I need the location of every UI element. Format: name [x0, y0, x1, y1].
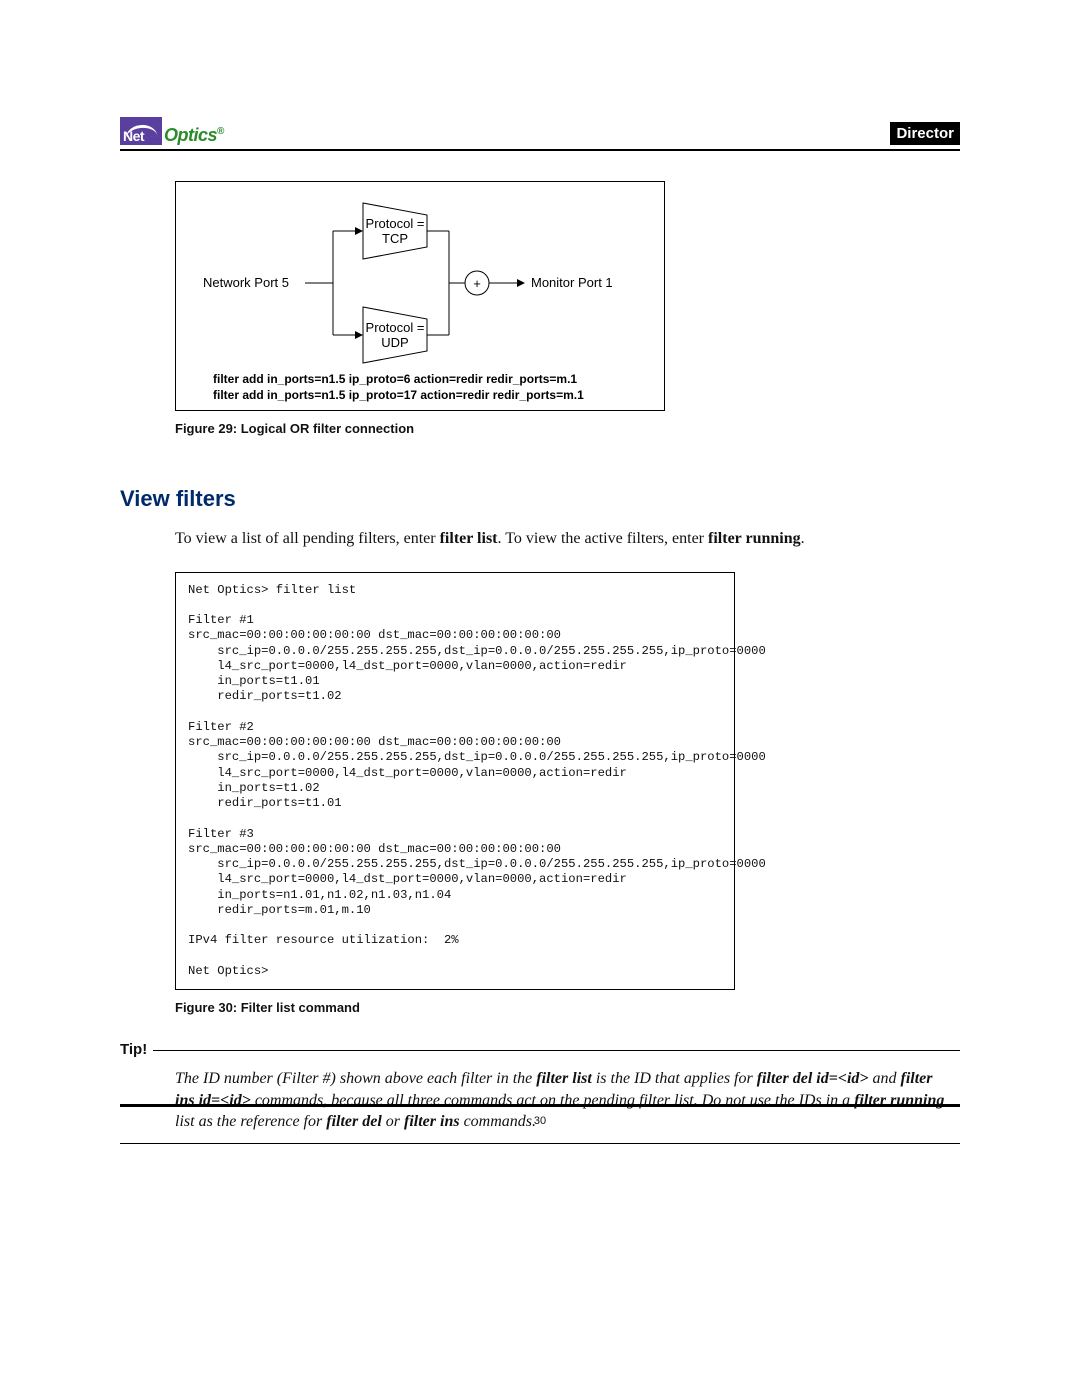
- protocol-tcp-line1: Protocol =: [366, 216, 425, 231]
- diagram-svg: Network Port 5 Protocol = TCP Protocol =: [175, 181, 665, 411]
- page: Net Optics® Director Network Port 5: [0, 0, 1080, 1397]
- tip-header: Tip!: [120, 1041, 960, 1058]
- logo-optics-text: Optics®: [164, 126, 224, 145]
- section-heading-view-filters: View filters: [120, 486, 960, 512]
- tip-label: Tip!: [120, 1041, 153, 1058]
- tip-rule-top: [153, 1050, 960, 1051]
- terminal-output: Net Optics> filter list Filter #1 src_ma…: [188, 583, 722, 980]
- view-filters-intro: To view a list of all pending filters, e…: [175, 528, 960, 550]
- protocol-tcp-line2: TCP: [382, 231, 408, 246]
- plus-combine-icon: +: [473, 276, 481, 291]
- logo-net-text: Net: [123, 128, 144, 144]
- protocol-udp-line2: UDP: [381, 335, 408, 350]
- figure-29-caption: Figure 29: Logical OR filter connection: [175, 421, 665, 436]
- footer-divider: [120, 1104, 960, 1107]
- logo-swoosh-icon: Net: [120, 117, 162, 145]
- header-divider: [120, 149, 960, 151]
- figure-29: Network Port 5 Protocol = TCP Protocol =: [175, 181, 665, 436]
- filter-cmd-2: filter add in_ports=n1.5 ip_proto=17 act…: [213, 388, 584, 402]
- filter-cmd-1: filter add in_ports=n1.5 ip_proto=6 acti…: [213, 372, 577, 386]
- director-badge: Director: [890, 122, 960, 145]
- filter-list-terminal: Net Optics> filter list Filter #1 src_ma…: [175, 572, 735, 991]
- netoptics-logo: Net Optics®: [120, 117, 224, 145]
- page-header: Net Optics® Director: [120, 110, 960, 145]
- protocol-udp-line1: Protocol =: [366, 320, 425, 335]
- network-port-label: Network Port 5: [203, 275, 289, 290]
- tip-rule-bottom: [120, 1143, 960, 1144]
- monitor-port-label: Monitor Port 1: [531, 275, 613, 290]
- figure-30-caption: Figure 30: Filter list command: [175, 1000, 960, 1015]
- figure-29-diagram: Network Port 5 Protocol = TCP Protocol =: [175, 181, 665, 411]
- page-number: 30: [0, 1115, 1080, 1127]
